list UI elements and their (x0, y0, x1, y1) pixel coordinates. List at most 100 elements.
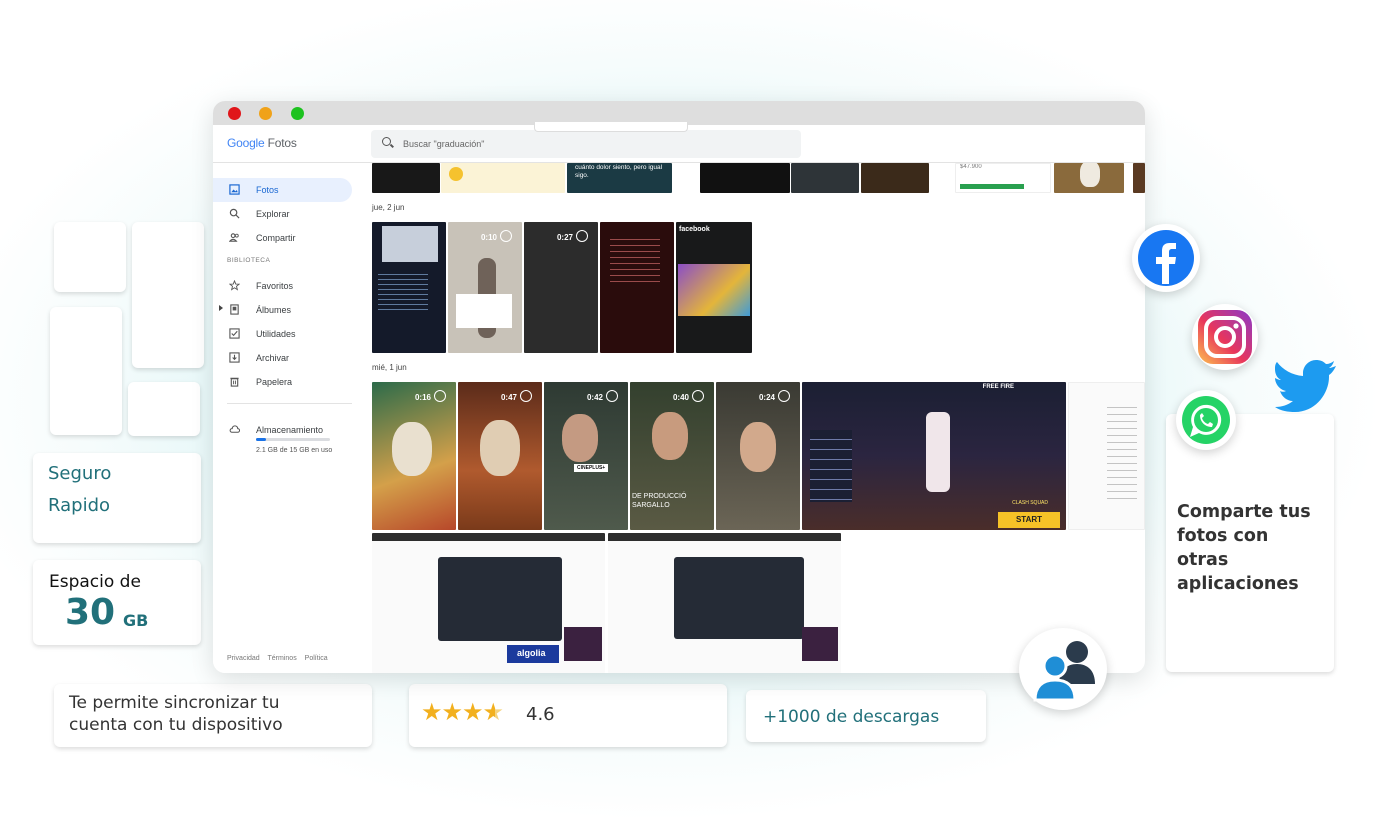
footer-link-policy[interactable]: Política (305, 655, 328, 662)
rating-value: 4.6 (526, 704, 555, 725)
photo-thumbnail[interactable] (372, 163, 440, 193)
logo-google-text: Google (227, 136, 265, 150)
photo-thumbnail[interactable]: cuánto dolor siento, pero igual sigo. (567, 163, 672, 193)
photo-thumbnail[interactable] (441, 163, 565, 193)
facebook-icon[interactable] (1132, 224, 1200, 292)
sidebar-item-label: Fotos (256, 185, 279, 195)
sync-text: Te permite sincronizar tu cuenta con tu … (69, 693, 283, 735)
maximize-window-button[interactable] (291, 107, 304, 120)
minimize-window-button[interactable] (259, 107, 272, 120)
rating-card: ★★★★ 4.6 (409, 684, 727, 747)
sidebar-item-label: Álbumes (256, 305, 292, 315)
star-half-icon: ★ (482, 699, 504, 726)
footer-link-privacy[interactable]: Privacidad (227, 655, 260, 662)
instagram-icon[interactable] (1192, 304, 1258, 370)
video-duration: 0:47 (501, 390, 532, 402)
code-lines (378, 270, 428, 310)
downloads-card: +1000 de descargas (746, 690, 986, 742)
expand-arrow-icon[interactable] (219, 305, 223, 311)
game-menu (810, 430, 852, 502)
video-thumbnail[interactable]: 0:10 (448, 222, 522, 353)
video-thumbnail[interactable]: 0:16 (372, 382, 456, 530)
game-screenshot[interactable]: FREE FIRE CLASH SQUAD START (802, 382, 1066, 530)
facebook-wordmark: facebook (679, 226, 710, 233)
sidebar-item-label: Archivar (256, 353, 290, 363)
face (740, 422, 776, 472)
photo-thumbnail[interactable]: $47.900 (955, 163, 1051, 193)
screenshot-thumbnail[interactable]: facebook (676, 222, 752, 353)
album-icon (230, 304, 239, 315)
search-icon (229, 208, 240, 219)
app-topbar (608, 533, 841, 541)
utilities-icon (229, 328, 240, 339)
storage-value: 30 (65, 592, 116, 633)
whatsapp-icon[interactable] (1176, 390, 1236, 450)
downloads-text: +1000 de descargas (763, 707, 940, 727)
close-window-button[interactable] (228, 107, 241, 120)
sidebar-footer: Privacidad Términos Política (227, 655, 334, 662)
sidebar-item-albumes[interactable]: Álbumes (213, 298, 352, 322)
people-icon (229, 233, 239, 242)
video-thumbnail[interactable]: 0:40 DE PRODUCCIÓ SARGALLO (630, 382, 714, 530)
share-text: Comparte tus fotos con otras aplicacione… (1177, 502, 1311, 594)
video-thumbnail[interactable] (600, 222, 674, 353)
library-section-title: BIBLIOTECA (227, 257, 271, 264)
sidebar-item-favoritos[interactable]: Favoritos (213, 274, 352, 298)
facebook-glyph (1138, 230, 1194, 286)
joker-face (392, 422, 432, 476)
price-text: $47.900 (960, 164, 982, 170)
face (562, 414, 598, 462)
search-placeholder: Buscar "graduación" (403, 139, 485, 149)
sync-card: Te permite sincronizar tu cuenta con tu … (54, 684, 372, 747)
sidebar-item-papelera[interactable]: Papelera (213, 370, 352, 394)
users-icon[interactable] (1019, 628, 1107, 710)
sidebar-item-label: Utilidades (256, 329, 296, 339)
screenshot-thumbnail[interactable] (1068, 382, 1145, 530)
screenshot-thumbnail[interactable] (608, 533, 841, 673)
sidebar-item-utilidades[interactable]: Utilidades (213, 322, 352, 346)
sidebar-item-fotos[interactable]: Fotos (213, 178, 352, 202)
streamer-avatar (802, 627, 838, 661)
code-lines (610, 234, 660, 284)
comic-image (678, 264, 750, 316)
video-thumbnail[interactable]: 0:27 (524, 222, 598, 353)
users-glyph (1033, 641, 1095, 702)
twitter-icon[interactable] (1272, 360, 1338, 412)
star-icon (229, 280, 240, 291)
sidebar-item-explorar[interactable]: Explorar (213, 202, 352, 226)
video-thumbnail[interactable]: 0:24 (716, 382, 800, 530)
decor-card (50, 307, 122, 435)
search-input[interactable]: Buscar "graduación" (371, 130, 801, 158)
share-card: Comparte tus fotos con otras aplicacione… (1166, 414, 1334, 672)
algolia-text: algolia (517, 648, 546, 658)
google-photos-logo[interactable]: Google Fotos (227, 136, 297, 150)
video-frame (382, 226, 438, 262)
sidebar-divider (227, 403, 352, 404)
video-duration: 0:27 (557, 230, 588, 242)
star-icon: ★ (441, 699, 463, 726)
video-duration: 0:10 (481, 230, 512, 242)
face (652, 412, 688, 460)
sidebar-item-archivar[interactable]: Archivar (213, 346, 352, 370)
photo-grid: cuánto dolor siento, pero igual sigo. $4… (370, 163, 1145, 673)
producer-credit: DE PRODUCCIÓ SARGALLO (632, 493, 687, 509)
mask-figure (1080, 163, 1100, 187)
photo-thumbnail[interactable] (861, 163, 929, 193)
green-button (960, 184, 1024, 189)
photo-thumbnail[interactable] (700, 163, 790, 193)
storage-label: Espacio de (49, 572, 141, 592)
video-thumbnail[interactable] (372, 222, 446, 353)
instagram-glyph (1198, 310, 1252, 364)
video-thumbnail[interactable]: 0:47 (458, 382, 542, 530)
footer-link-terms[interactable]: Términos (268, 655, 297, 662)
screenshot-thumbnail[interactable]: algolia (372, 533, 605, 673)
video-thumbnail[interactable]: 0:42 CINEPLUS+ (544, 382, 628, 530)
terminal-window (438, 557, 562, 641)
photo-thumbnail[interactable] (791, 163, 859, 193)
sidebar-item-label: Compartir (256, 233, 296, 243)
sidebar-item-compartir[interactable]: Compartir (213, 226, 352, 250)
photo-thumbnail[interactable] (1133, 163, 1145, 193)
sidebar: Fotos Explorar Compartir BIBLIOTECA Favo… (213, 163, 363, 673)
date-header: mié, 1 jun (372, 363, 407, 372)
photo-thumbnail[interactable] (1054, 163, 1124, 193)
